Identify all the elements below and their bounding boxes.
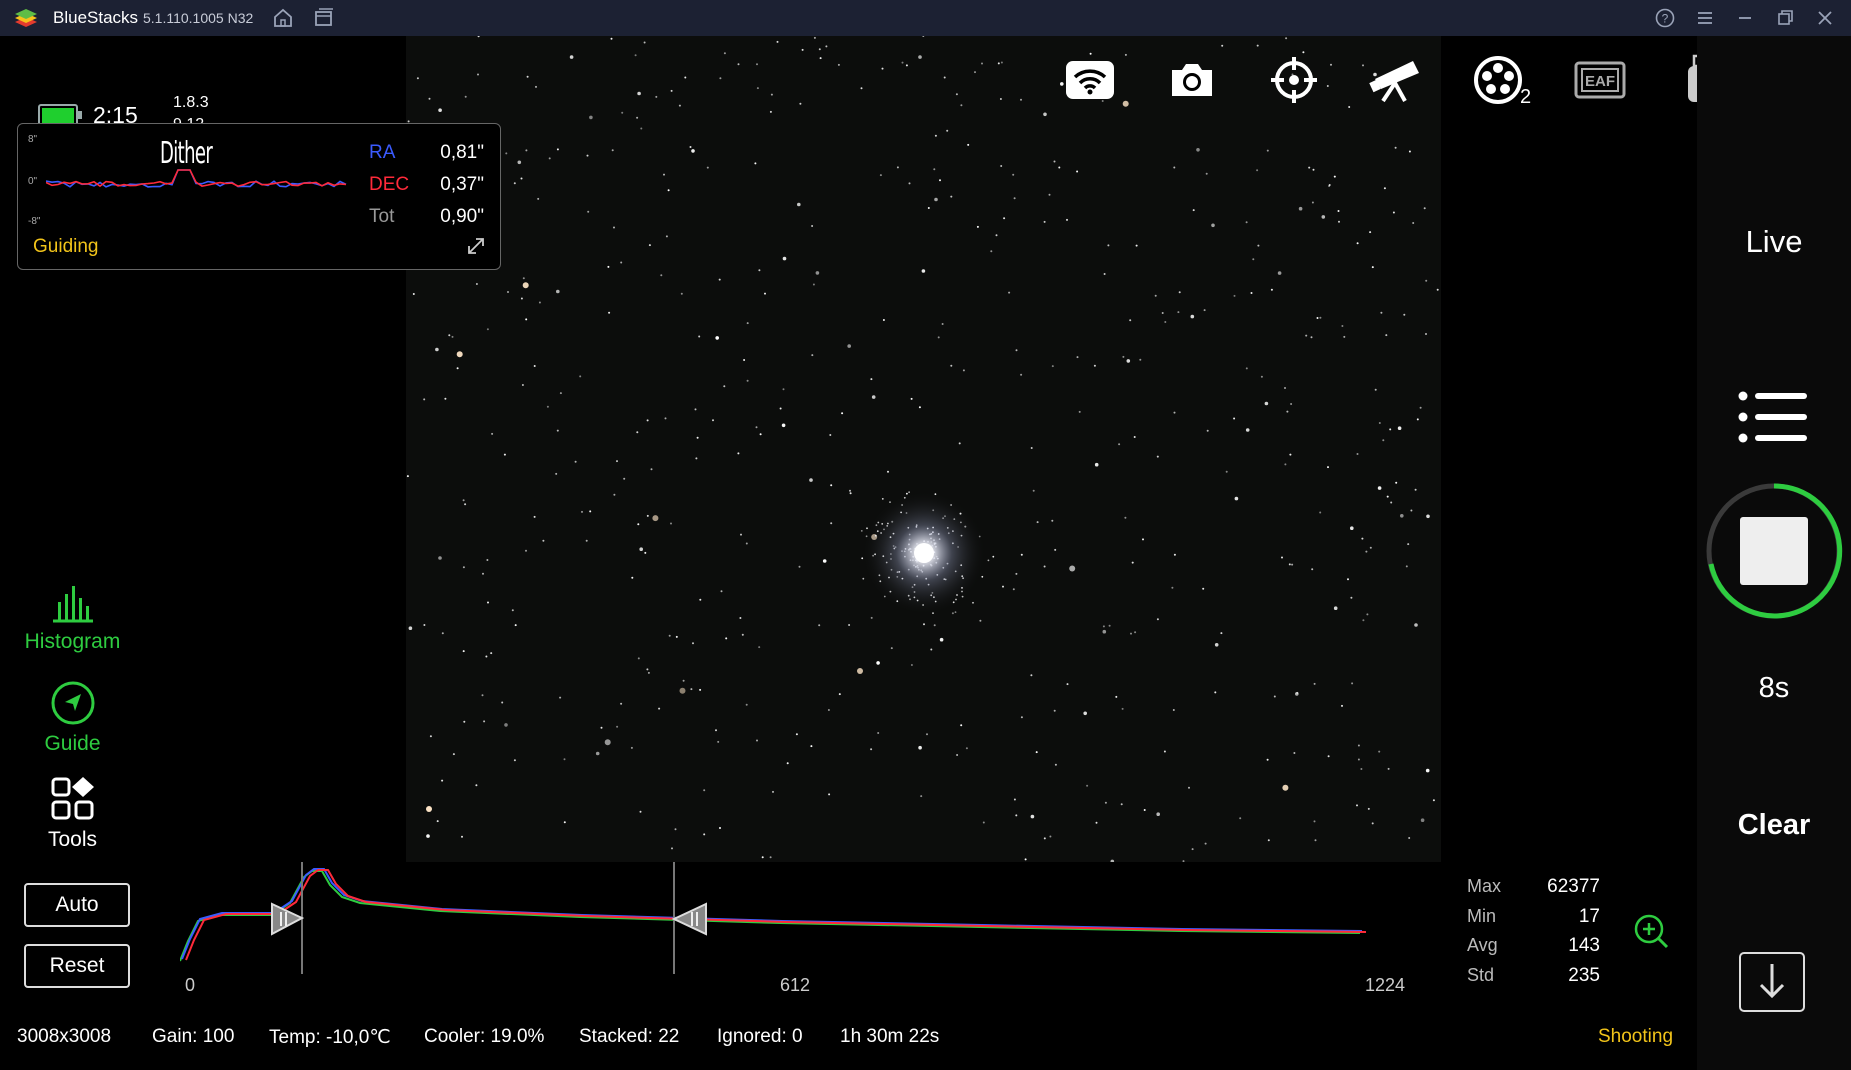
- eaf-icon: EAF: [1574, 61, 1626, 99]
- capture-status: Shooting: [1598, 1026, 1674, 1047]
- close-icon[interactable]: [1813, 6, 1837, 30]
- reset-stretch-button[interactable]: Reset: [24, 944, 130, 988]
- info-cooler: Cooler: 19.0%: [424, 1026, 545, 1047]
- telescope-button[interactable]: [1368, 52, 1424, 108]
- ra-value: 0,81": [440, 142, 484, 163]
- info-temperature: Temp: -10,0℃: [269, 1027, 391, 1048]
- histogram-tick-min: 0: [185, 975, 196, 995]
- tot-value: 0,90": [440, 206, 484, 227]
- camera-button[interactable]: [1164, 52, 1220, 108]
- white-point-handle[interactable]: [671, 902, 707, 936]
- stat-std-label: Std: [1467, 965, 1495, 985]
- tot-label: Tot: [369, 206, 395, 227]
- app-name: BlueStacks: [53, 8, 139, 27]
- stop-shutter-button[interactable]: [1703, 480, 1845, 622]
- guide-error-graph: [46, 169, 347, 188]
- guide-tool-label: Guide: [44, 732, 101, 755]
- wifi-button[interactable]: [1062, 52, 1118, 108]
- stop-icon: [1740, 517, 1808, 585]
- app-version: 5.1.110.1005 N32: [143, 10, 254, 26]
- stat-min-label: Min: [1467, 906, 1497, 926]
- telescope-icon: [1369, 61, 1419, 103]
- stat-max-value: 62377: [1547, 876, 1600, 897]
- clear-button[interactable]: Clear: [1697, 809, 1851, 842]
- stat-avg-value: 143: [1568, 935, 1600, 956]
- wifi-icon: [1066, 61, 1114, 99]
- info-gain: Gain: 100: [152, 1026, 235, 1047]
- guide-compass-icon: [51, 681, 94, 725]
- guide-tool-button[interactable]: Guide: [0, 680, 145, 756]
- auto-stretch-button[interactable]: Auto: [24, 883, 130, 927]
- guide-axis-top: 8": [28, 134, 38, 145]
- zoom-in-icon[interactable]: [1632, 912, 1670, 950]
- live-sky-image[interactable]: [406, 36, 1441, 862]
- tools-button[interactable]: Tools: [0, 776, 145, 852]
- hamburger-menu-icon[interactable]: [1693, 6, 1717, 30]
- histogram-tick-mid: 612: [780, 975, 811, 995]
- tools-grid-icon: [51, 777, 94, 820]
- exposure-time[interactable]: 8s: [1697, 672, 1851, 705]
- svg-text:?: ?: [1662, 12, 1669, 26]
- target-button[interactable]: [1266, 52, 1322, 108]
- target-icon: [1271, 57, 1317, 103]
- filter-wheel-icon: [1474, 56, 1522, 104]
- home-icon[interactable]: [271, 6, 295, 30]
- stat-avg-label: Avg: [1467, 935, 1498, 955]
- stat-min-value: 17: [1578, 906, 1600, 927]
- bluestacks-logo-icon: [15, 9, 37, 27]
- help-icon[interactable]: ?: [1653, 6, 1677, 30]
- download-button[interactable]: [1739, 952, 1805, 1012]
- info-ignored: Ignored: 0: [717, 1026, 803, 1047]
- histogram-tool-label: Histogram: [24, 630, 121, 653]
- info-duration: 1h 30m 22s: [840, 1026, 940, 1047]
- expand-icon[interactable]: [464, 234, 488, 258]
- guide-axis-mid: 0": [28, 176, 38, 187]
- tools-label: Tools: [47, 828, 98, 851]
- eaf-label: EAF: [1585, 73, 1615, 90]
- version-line-1: 1.8.3: [173, 94, 209, 111]
- histogram-icon: [52, 586, 93, 623]
- eaf-button[interactable]: EAF: [1572, 52, 1628, 108]
- title-bar: BlueStacks 5.1.110.1005 N32 ?: [0, 0, 1851, 36]
- guiding-status: Guiding: [33, 236, 99, 257]
- stat-max-label: Max: [1467, 876, 1502, 896]
- minimize-icon[interactable]: [1733, 6, 1757, 30]
- right-control-panel: Live 8s Clear: [1697, 36, 1851, 1070]
- stat-std-value: 235: [1568, 965, 1600, 986]
- multi-instance-icon[interactable]: [312, 6, 336, 30]
- guiding-panel[interactable]: 8" 0" -8" Dither RA 0,81" DEC 0,37" Tot …: [17, 123, 501, 270]
- dec-label: DEC: [369, 174, 410, 195]
- download-icon: [1759, 964, 1785, 999]
- filter-wheel-badge: 2: [1520, 86, 1532, 108]
- filter-wheel-button[interactable]: [1470, 52, 1526, 108]
- histogram-tool-button[interactable]: Histogram: [0, 584, 145, 654]
- dec-value: 0,37": [440, 174, 484, 195]
- top-right-strip: [1441, 36, 1697, 862]
- guide-axis-bottom: -8": [28, 216, 41, 227]
- histogram-tick-max: 1224: [1365, 975, 1406, 995]
- info-stacked: Stacked: 22: [579, 1026, 680, 1047]
- list-menu-icon[interactable]: [1737, 388, 1811, 446]
- camera-icon: [1172, 64, 1212, 96]
- live-mode-button[interactable]: Live: [1697, 224, 1851, 260]
- histogram-graph[interactable]: [180, 862, 1420, 982]
- restore-icon[interactable]: [1773, 6, 1797, 30]
- info-resolution: 3008x3008: [17, 1026, 112, 1047]
- ra-label: RA: [369, 142, 396, 163]
